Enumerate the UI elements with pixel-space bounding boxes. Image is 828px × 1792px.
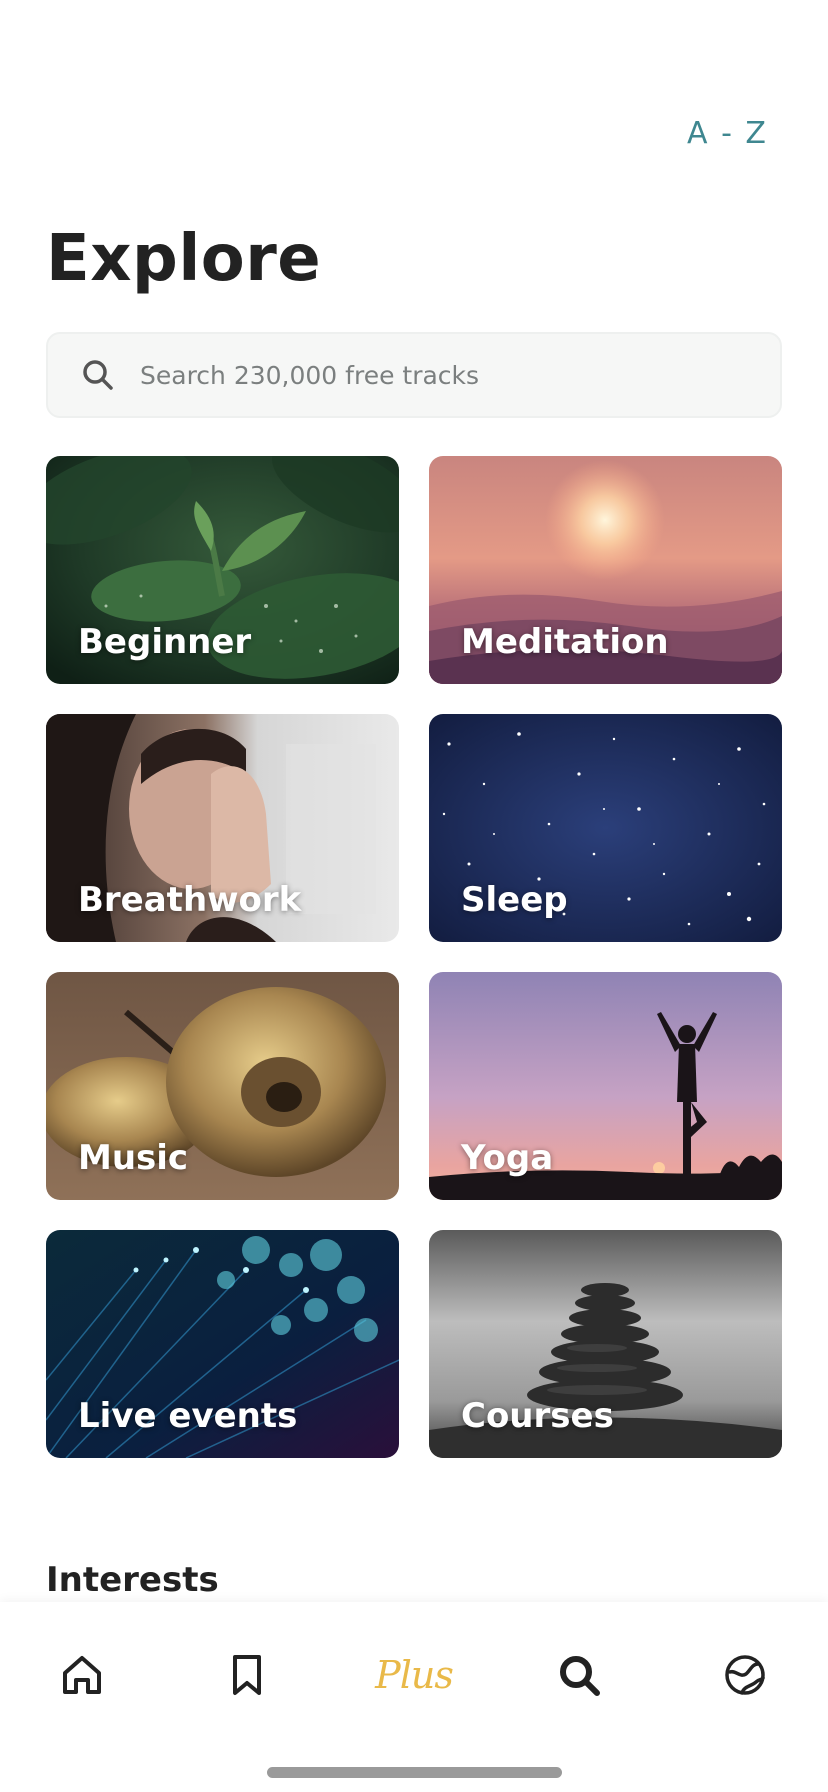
bookmark-icon <box>233 1655 261 1695</box>
tab-home[interactable] <box>42 1642 122 1708</box>
category-tile-breathwork[interactable]: Breathwork <box>46 714 399 942</box>
home-icon <box>63 1656 101 1694</box>
tab-plus[interactable]: Plus <box>374 1642 454 1708</box>
category-label: Music <box>78 1138 189 1178</box>
category-tile-sleep[interactable]: Sleep <box>429 714 782 942</box>
tab-bar: Plus <box>0 1602 828 1792</box>
category-tile-yoga[interactable]: Yoga <box>429 972 782 1200</box>
category-tile-beginner[interactable]: Beginner <box>46 456 399 684</box>
category-tile-music[interactable]: Music <box>46 972 399 1200</box>
globe-icon <box>725 1655 765 1695</box>
a-z-link[interactable]: A - Z <box>687 116 768 151</box>
search-icon <box>560 1656 600 1696</box>
tab-community[interactable] <box>705 1642 785 1708</box>
interests-heading: Interests <box>46 1560 219 1600</box>
category-label: Yoga <box>461 1138 554 1178</box>
tab-saved[interactable] <box>207 1642 287 1708</box>
category-tile-live-events[interactable]: Live events <box>46 1230 399 1458</box>
category-label: Live events <box>78 1396 298 1436</box>
search-icon <box>83 360 113 390</box>
category-label: Beginner <box>78 622 252 662</box>
category-tile-courses[interactable]: Courses <box>429 1230 782 1458</box>
category-label: Meditation <box>461 622 669 662</box>
home-indicator <box>267 1767 562 1778</box>
category-label: Breathwork <box>78 880 302 920</box>
explore-screen: A - Z Explore Search 230,000 free tracks… <box>0 0 828 1792</box>
search-input[interactable] <box>140 360 740 390</box>
tab-search[interactable] <box>539 1642 619 1708</box>
category-tile-meditation[interactable]: Meditation <box>429 456 782 684</box>
plus-label: Plus <box>375 1653 454 1697</box>
search-bar[interactable] <box>46 332 782 418</box>
page-title: Explore <box>46 222 322 296</box>
category-label: Sleep <box>461 880 568 920</box>
category-label: Courses <box>461 1396 614 1436</box>
